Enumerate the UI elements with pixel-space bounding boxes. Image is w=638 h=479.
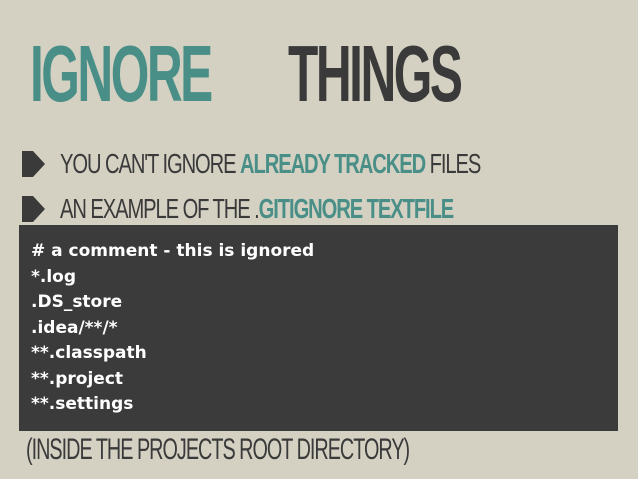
slide-title: IGNORE THINGS	[30, 24, 566, 124]
bullet-text: AN EXAMPLE OF THE .GITIGNORE TEXTFILE	[60, 193, 455, 225]
code-line-comment: # a comment - this is ignored	[31, 241, 315, 261]
bullet-text: YOU CAN'T IGNORE ALREADY TRACKED FILES	[60, 148, 482, 180]
gitignore-code-block: # a comment - this is ignored *.log .DS_…	[19, 225, 618, 431]
bullet-text-after: FILES	[425, 148, 482, 179]
code-line-ds-store: .DS_store	[31, 292, 123, 312]
bullet-arrow-icon	[22, 196, 46, 222]
bullet-text-highlight: ALREADY TRACKED	[240, 148, 426, 179]
bullet-text-before: YOU CAN'T IGNORE	[60, 148, 241, 179]
bullet-arrow-icon	[22, 151, 46, 177]
bullet-item-gitignore-example: AN EXAMPLE OF THE .GITIGNORE TEXTFILE	[22, 192, 606, 226]
code-line-log: *.log	[31, 266, 77, 287]
bullet-text-before: AN EXAMPLE OF THE .	[60, 193, 260, 224]
code-line-settings: **.settings	[31, 394, 134, 414]
code-line-project: **.project	[31, 368, 124, 389]
title-rest-word: THINGS	[288, 29, 463, 118]
bullet-text-highlight: GITIGNORE TEXTFILE	[258, 193, 455, 224]
bullet-item-tracked-files: YOU CAN'T IGNORE ALREADY TRACKED FILES	[22, 147, 638, 181]
code-line-idea: .idea/**/*	[31, 317, 118, 338]
footer-note: (INSIDE THE PROJECTS ROOT DIRECTORY)	[26, 433, 410, 466]
title-accent-word: IGNORE	[30, 29, 213, 118]
code-line-classpath: **.classpath	[31, 343, 147, 363]
